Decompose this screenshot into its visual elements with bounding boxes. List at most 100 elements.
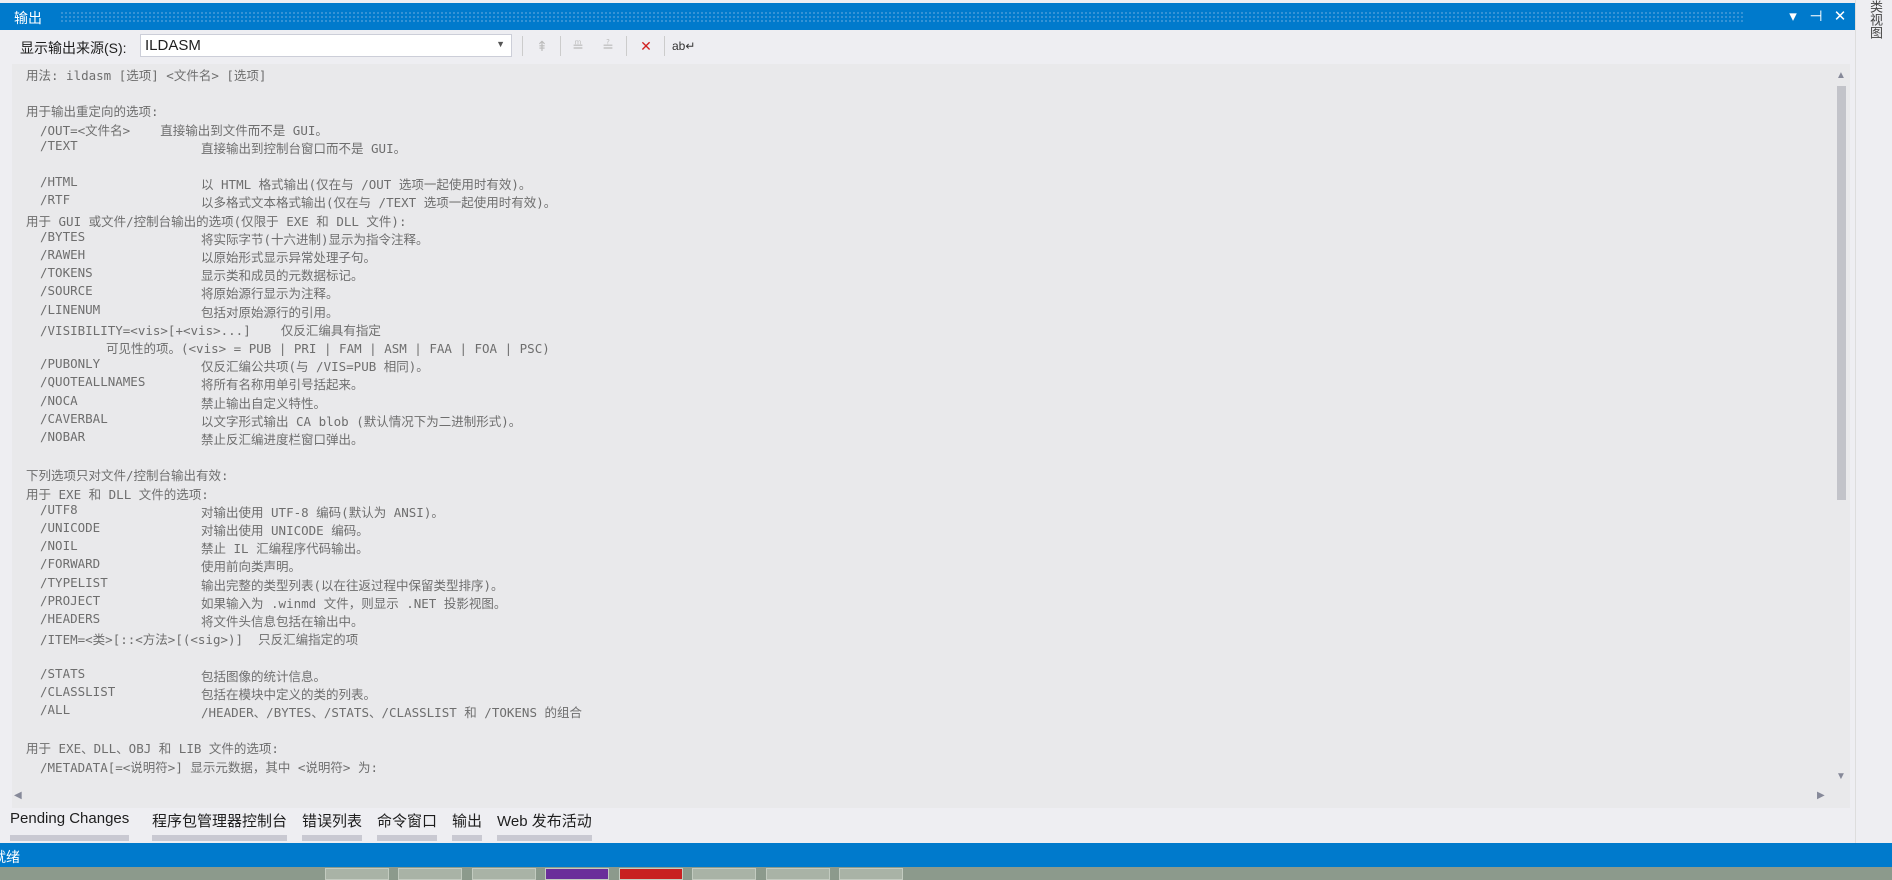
tab-label: 程序包管理器控制台 xyxy=(152,813,288,830)
output-source-label: 显示输出来源(S): xyxy=(20,40,127,56)
option-name: /QUOTEALLNAMES xyxy=(40,374,146,390)
tab-package-manager-console[interactable]: 程序包管理器控制台 xyxy=(152,810,288,841)
window-title: 输出 xyxy=(14,10,42,26)
option-description: 将文件头信息包括在输出中。 xyxy=(201,614,364,629)
option-name: /TOKENS xyxy=(40,265,93,281)
option-description: 对输出使用 UTF-8 编码(默认为 ANSI)。 xyxy=(201,504,444,520)
taskbar-item[interactable] xyxy=(325,868,389,880)
tab-label: Pending Changes xyxy=(10,810,130,827)
output-line: /VISIBILITY=<vis>[+<vis>...] 仅反汇编具有指定 xyxy=(40,322,381,338)
option-description: 直接输出到控制台窗口而不是 GUI。 xyxy=(201,140,407,156)
status-bar: 就绪 xyxy=(0,843,1892,867)
tab-label: 错误列表 xyxy=(302,813,363,830)
status-text: 就绪 xyxy=(0,849,20,865)
option-description: 包括对原始源行的引用。 xyxy=(201,304,339,320)
tab-label: 输出 xyxy=(452,813,483,830)
option-description: 如果输入为 .winmd 文件，则显示 .NET 投影视图。 xyxy=(201,595,507,611)
tab-error-list[interactable]: 错误列表 xyxy=(302,810,363,841)
output-source-select[interactable]: ILDASM ▼ xyxy=(140,34,512,57)
output-line: /ITEM=<类>[::<方法>[(<sig>)] 只反汇编指定的项 xyxy=(40,632,359,648)
option-name: /UTF8 xyxy=(40,501,78,517)
option-name: /BYTES xyxy=(40,228,86,244)
right-dock-strip: 类视图 xyxy=(1855,0,1892,845)
taskbar-item[interactable] xyxy=(619,868,683,880)
toolbar-divider xyxy=(560,36,561,56)
option-description: 使用前向类声明。 xyxy=(201,559,302,575)
option-name: /HEADERS xyxy=(40,611,101,626)
option-name: /RTF xyxy=(40,192,71,208)
go-to-line-icon[interactable]: ⇞ xyxy=(532,36,552,56)
vertical-scrollbar[interactable]: ▲ ▼ xyxy=(1832,70,1850,782)
tab-pending-changes[interactable]: Pending Changes xyxy=(10,810,130,841)
option-description: 将所有名称用单引号括起来。 xyxy=(201,377,364,393)
option-name: /NOCA xyxy=(40,392,78,408)
taskbar-item[interactable] xyxy=(692,868,756,880)
option-name: /PROJECT xyxy=(40,592,101,608)
option-description: 包括图像的统计信息。 xyxy=(201,668,327,684)
scroll-down-icon[interactable]: ▼ xyxy=(1836,771,1846,782)
option-description: 显示类和成员的元数据标记。 xyxy=(201,268,364,284)
section-heading: 用于 EXE、DLL、OBJ 和 LIB 文件的选项: xyxy=(26,741,279,757)
pin-icon[interactable]: ⊣ xyxy=(1806,7,1826,25)
tab-label: Web 发布活动 xyxy=(497,813,592,830)
output-toolbar: 显示输出来源(S): ILDASM ▼ ⇞ ≞ ≟ ✕ ab↵ xyxy=(0,30,1855,63)
tab-label: 命令窗口 xyxy=(377,813,438,830)
option-name: /TYPELIST xyxy=(40,574,108,590)
option-name: /UNICODE xyxy=(40,520,101,535)
section-heading: 下列选项只对文件/控制台输出有效: xyxy=(26,468,229,484)
previous-message-icon[interactable]: ≞ xyxy=(568,36,588,56)
option-description: /HEADER、/BYTES、/STATS、/CLASSLIST 和 /TOKE… xyxy=(201,705,583,720)
scroll-right-icon[interactable]: ▶ xyxy=(1817,790,1825,801)
option-name: /PUBONLY xyxy=(40,356,101,372)
option-description: 以原始形式显示异常处理子句。 xyxy=(201,250,377,265)
option-description: 将实际字节(十六进制)显示为指令注释。 xyxy=(201,231,429,247)
scroll-left-icon[interactable]: ◀ xyxy=(14,790,22,801)
option-description: 对输出使用 UNICODE 编码。 xyxy=(201,523,369,538)
option-name: /ALL xyxy=(40,702,71,717)
option-name: /LINENUM xyxy=(40,301,101,317)
clear-all-icon[interactable]: ✕ xyxy=(636,36,656,56)
taskbar-item[interactable] xyxy=(472,868,536,880)
option-description: 以多格式文本格式输出(仅在与 /TEXT 选项一起使用时有效)。 xyxy=(201,195,557,211)
output-text-area[interactable]: 用法: ildasm [选项] <文件名> [选项] 用于输出重定向的选项: /OU… xyxy=(12,64,1850,809)
option-description: 禁止 IL 汇编程序代码输出。 xyxy=(201,541,369,557)
titlebar-grip[interactable] xyxy=(60,11,1745,22)
option-name: /STATS xyxy=(40,665,86,681)
option-description: 以 HTML 格式输出(仅在与 /OUT 选项一起使用时有效)。 xyxy=(201,177,532,193)
section-heading: 用于输出重定向的选项: xyxy=(26,104,159,120)
taskbar-item[interactable] xyxy=(839,868,903,880)
bottom-tab-bar: Pending Changes 程序包管理器控制台 错误列表 命令窗口 输出 W… xyxy=(0,808,1855,844)
taskbar-item[interactable] xyxy=(398,868,462,880)
option-description: 以文字形式输出 CA blob (默认情况下为二进制形式)。 xyxy=(201,413,522,429)
option-description: 输出完整的类型列表(以在往返过程中保留类型排序)。 xyxy=(201,577,504,593)
output-line: /METADATA[=<说明符>] 显示元数据，其中 <说明符> 为: xyxy=(40,759,379,775)
word-wrap-icon[interactable]: ab↵ xyxy=(672,36,695,56)
taskbar-item[interactable] xyxy=(766,868,830,880)
output-line: /OUT=<文件名> 直接输出到文件而不是 GUI。 xyxy=(40,122,328,138)
toolbar-divider xyxy=(522,36,523,56)
taskbar xyxy=(0,867,1892,880)
option-name: /FORWARD xyxy=(40,556,101,572)
tab-web-publish-activity[interactable]: Web 发布活动 xyxy=(497,810,592,841)
scrollbar-thumb[interactable] xyxy=(1837,86,1846,500)
close-icon[interactable]: ✕ xyxy=(1830,7,1850,25)
option-name: /SOURCE xyxy=(40,283,93,299)
output-source-value: ILDASM xyxy=(145,37,201,54)
option-name: /NOIL xyxy=(40,538,78,554)
dropdown-icon[interactable]: ▾ xyxy=(1783,7,1803,25)
class-view-tab[interactable]: 类视图 xyxy=(1866,0,1885,39)
tab-command-window[interactable]: 命令窗口 xyxy=(377,810,438,841)
scroll-up-icon[interactable]: ▲ xyxy=(1836,70,1846,81)
option-name: /CLASSLIST xyxy=(40,683,116,699)
section-heading: 用法: ildasm [选项] <文件名> [选项] xyxy=(26,68,267,83)
taskbar-item[interactable] xyxy=(545,868,609,880)
tab-output[interactable]: 输出 xyxy=(452,810,483,841)
section-heading: 用于 EXE 和 DLL 文件的选项: xyxy=(26,486,209,502)
chevron-down-icon: ▼ xyxy=(496,39,505,49)
section-heading: 用于 GUI 或文件/控制台输出的选项(仅限于 EXE 和 DLL 文件): xyxy=(26,213,407,229)
toolbar-divider xyxy=(626,36,627,56)
option-description: 将原始源行显示为注释。 xyxy=(201,286,339,302)
option-description: 包括在模块中定义的类的列表。 xyxy=(201,686,377,702)
next-message-icon[interactable]: ≟ xyxy=(598,36,618,56)
option-name: /HTML xyxy=(40,174,78,190)
